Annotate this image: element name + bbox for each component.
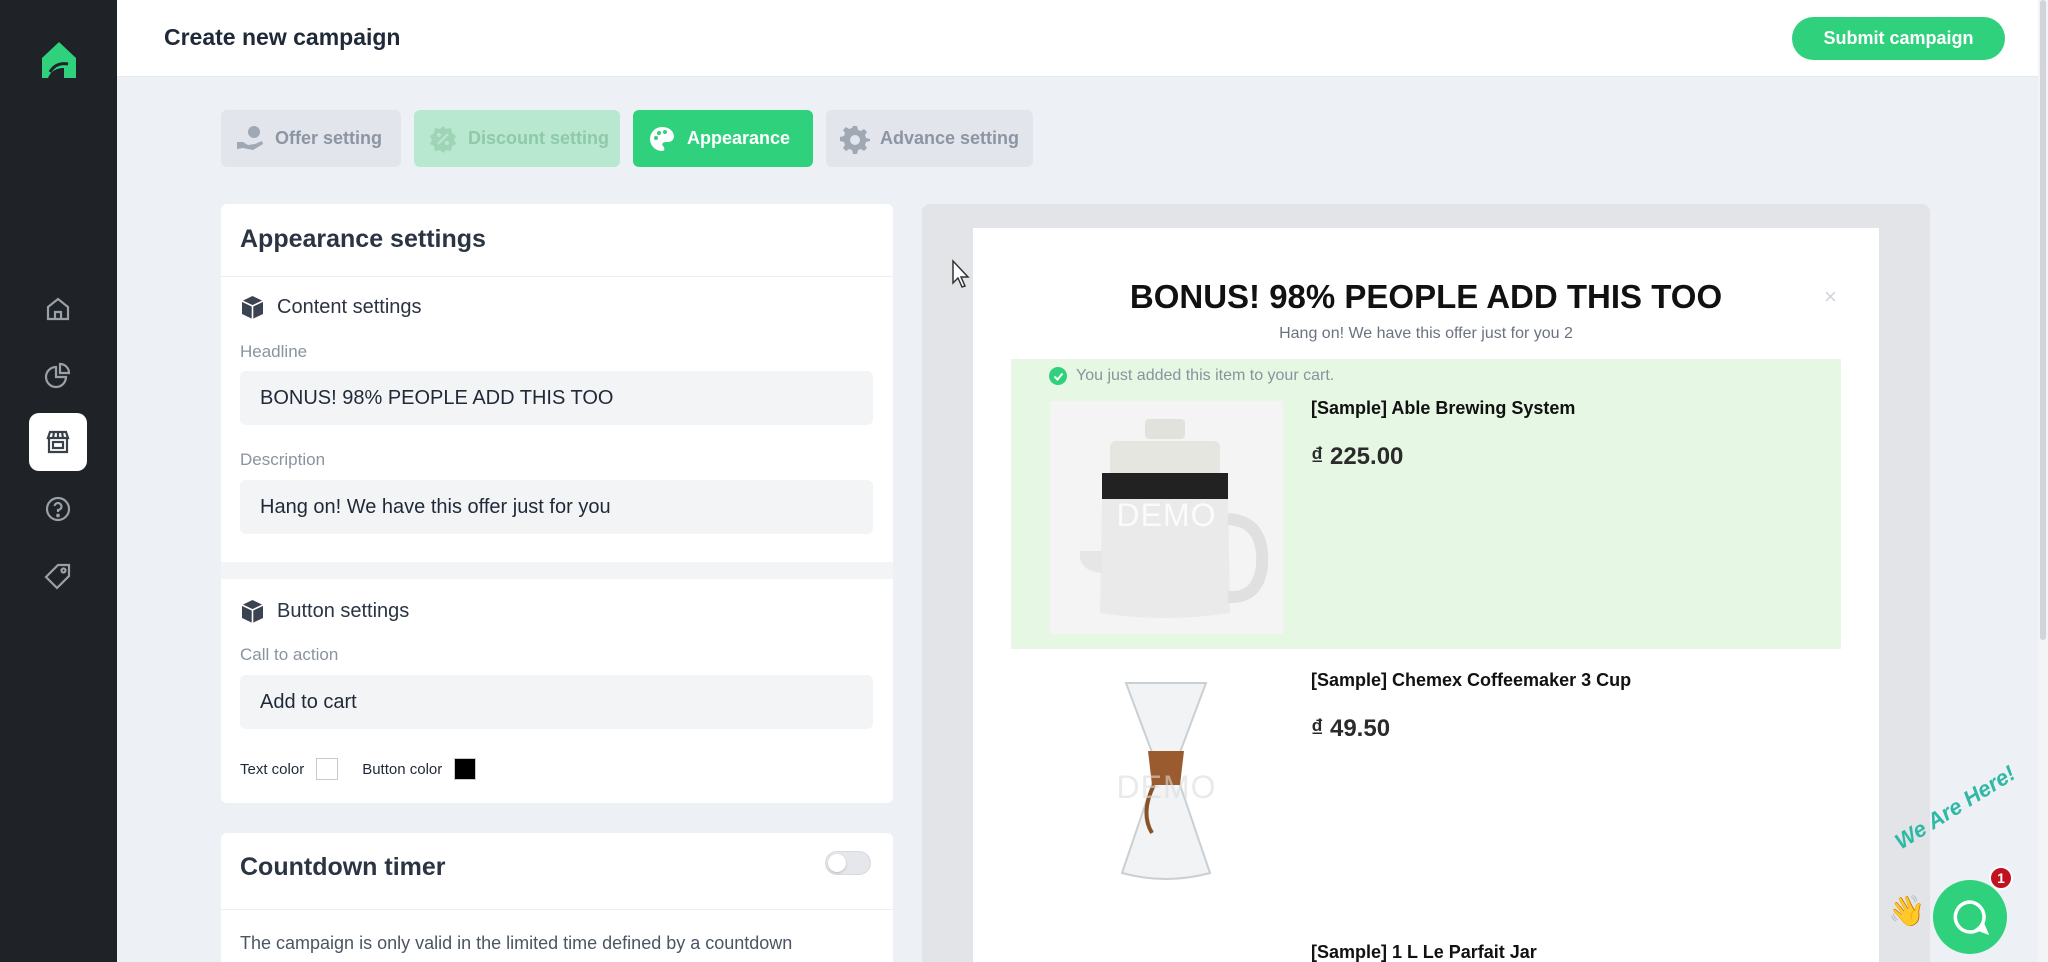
product-name: [Sample] Able Brewing System <box>1311 398 1576 418</box>
waving-hand-icon: 👋 <box>1888 895 1926 928</box>
tab-discount-setting[interactable]: Discount setting <box>414 110 620 167</box>
content-settings-heading: Content settings <box>240 295 422 320</box>
gear-icon <box>840 125 870 154</box>
home-icon <box>46 297 70 321</box>
tab-label: Advance setting <box>880 128 1020 148</box>
product-price: ₫ 225.00 <box>1311 443 1404 470</box>
offer-icon <box>237 125 263 150</box>
tab-label: Discount setting <box>468 128 610 148</box>
divider <box>221 276 893 277</box>
description-label: Description <box>240 450 326 469</box>
product-name: [Sample] Chemex Coffeemaker 3 Cup <box>1311 670 1632 690</box>
divider <box>221 909 893 910</box>
call-to-action-label: Call to action <box>240 645 339 664</box>
palette-icon <box>650 126 674 151</box>
tab-label: Appearance <box>687 128 791 148</box>
call-to-action-input[interactable] <box>240 675 873 729</box>
store-icon <box>46 430 70 454</box>
text-color-swatch[interactable] <box>316 758 339 780</box>
product-name: [Sample] 1 L Le Parfait Jar <box>1311 942 1537 962</box>
countdown-description: The campaign is only valid in the limite… <box>240 933 793 953</box>
sidebar-item-home[interactable] <box>29 280 87 338</box>
button-settings-heading: Button settings <box>240 599 409 624</box>
popup-description: Hang on! We have this offer just for you… <box>1279 325 1573 342</box>
discount-badge-icon <box>430 125 456 153</box>
sidebar-item-tags[interactable] <box>29 547 87 605</box>
appearance-settings-panel: Appearance settings Content settings Hea… <box>221 204 893 803</box>
added-message-text: You just added this item to your cart. <box>1076 367 1335 384</box>
button-color-swatch[interactable] <box>454 758 477 780</box>
tab-advance-setting[interactable]: Advance setting <box>826 110 1033 167</box>
product-price: ₫ 49.50 <box>1311 715 1391 742</box>
popup-preview: BONUS! 98% PEOPLE ADD THIS TOO Hang on! … <box>973 228 1879 962</box>
panel-title: Appearance settings <box>240 225 486 253</box>
text-color-label: Text color <box>240 760 305 778</box>
tag-icon <box>44 563 71 590</box>
chat-widget[interactable]: We Are Here! 👋 1 <box>1888 760 2038 962</box>
help-icon <box>45 496 71 522</box>
section-heading-text: Button settings <box>277 600 410 622</box>
description-input[interactable] <box>240 480 873 534</box>
headline-label: Headline <box>240 342 308 361</box>
sidebar-item-analytics[interactable] <box>29 346 87 404</box>
product-image: DEMO <box>1050 401 1283 634</box>
preview-area: BONUS! 98% PEOPLE ADD THIS TOO Hang on! … <box>922 204 1930 962</box>
added-to-cart-message: You just added this item to your cart. <box>1049 367 1334 385</box>
submit-campaign-button[interactable]: Submit campaign <box>1792 17 2005 60</box>
notification-badge: 1 <box>1989 866 2013 890</box>
sidebar <box>0 0 117 962</box>
color-settings-row: Text color Button color <box>240 758 477 780</box>
page-scrollbar[interactable] <box>2038 0 2048 962</box>
demo-watermark: DEMO <box>1116 769 1217 805</box>
page-title: Create new campaign <box>164 24 401 50</box>
popup-headline: BONUS! 98% PEOPLE ADD THIS TOO <box>1129 278 1723 315</box>
check-circle-icon <box>1049 367 1067 385</box>
analytics-icon <box>44 362 71 389</box>
close-icon[interactable]: × <box>1824 284 1837 310</box>
countdown-timer-panel: Countdown timer The campaign is only val… <box>221 833 893 962</box>
scrollbar-thumb[interactable] <box>2040 0 2046 640</box>
tab-appearance[interactable]: Appearance <box>633 110 813 167</box>
demo-watermark: DEMO <box>1116 497 1217 533</box>
chat-button[interactable] <box>1933 880 2007 954</box>
toggle-knob <box>828 854 846 872</box>
section-heading-text: Content settings <box>277 296 422 318</box>
sidebar-item-help[interactable] <box>29 480 87 538</box>
product-image: DEMO <box>1050 673 1283 906</box>
button-color-label: Button color <box>362 760 443 778</box>
headline-input[interactable] <box>240 371 873 425</box>
chat-bubble-icon <box>1953 900 1990 936</box>
box-icon <box>241 600 264 623</box>
mouse-cursor-icon <box>952 259 970 288</box>
box-icon <box>241 296 264 319</box>
tab-offer-setting[interactable]: Offer setting <box>221 110 401 167</box>
top-bar: Create new campaign Submit campaign <box>117 0 2038 77</box>
section-separator <box>221 562 893 579</box>
countdown-title: Countdown timer <box>240 853 446 881</box>
tab-label: Offer setting <box>275 128 383 148</box>
app-logo-icon[interactable] <box>38 38 80 82</box>
countdown-toggle[interactable] <box>825 851 871 875</box>
sidebar-item-store[interactable] <box>29 413 87 471</box>
